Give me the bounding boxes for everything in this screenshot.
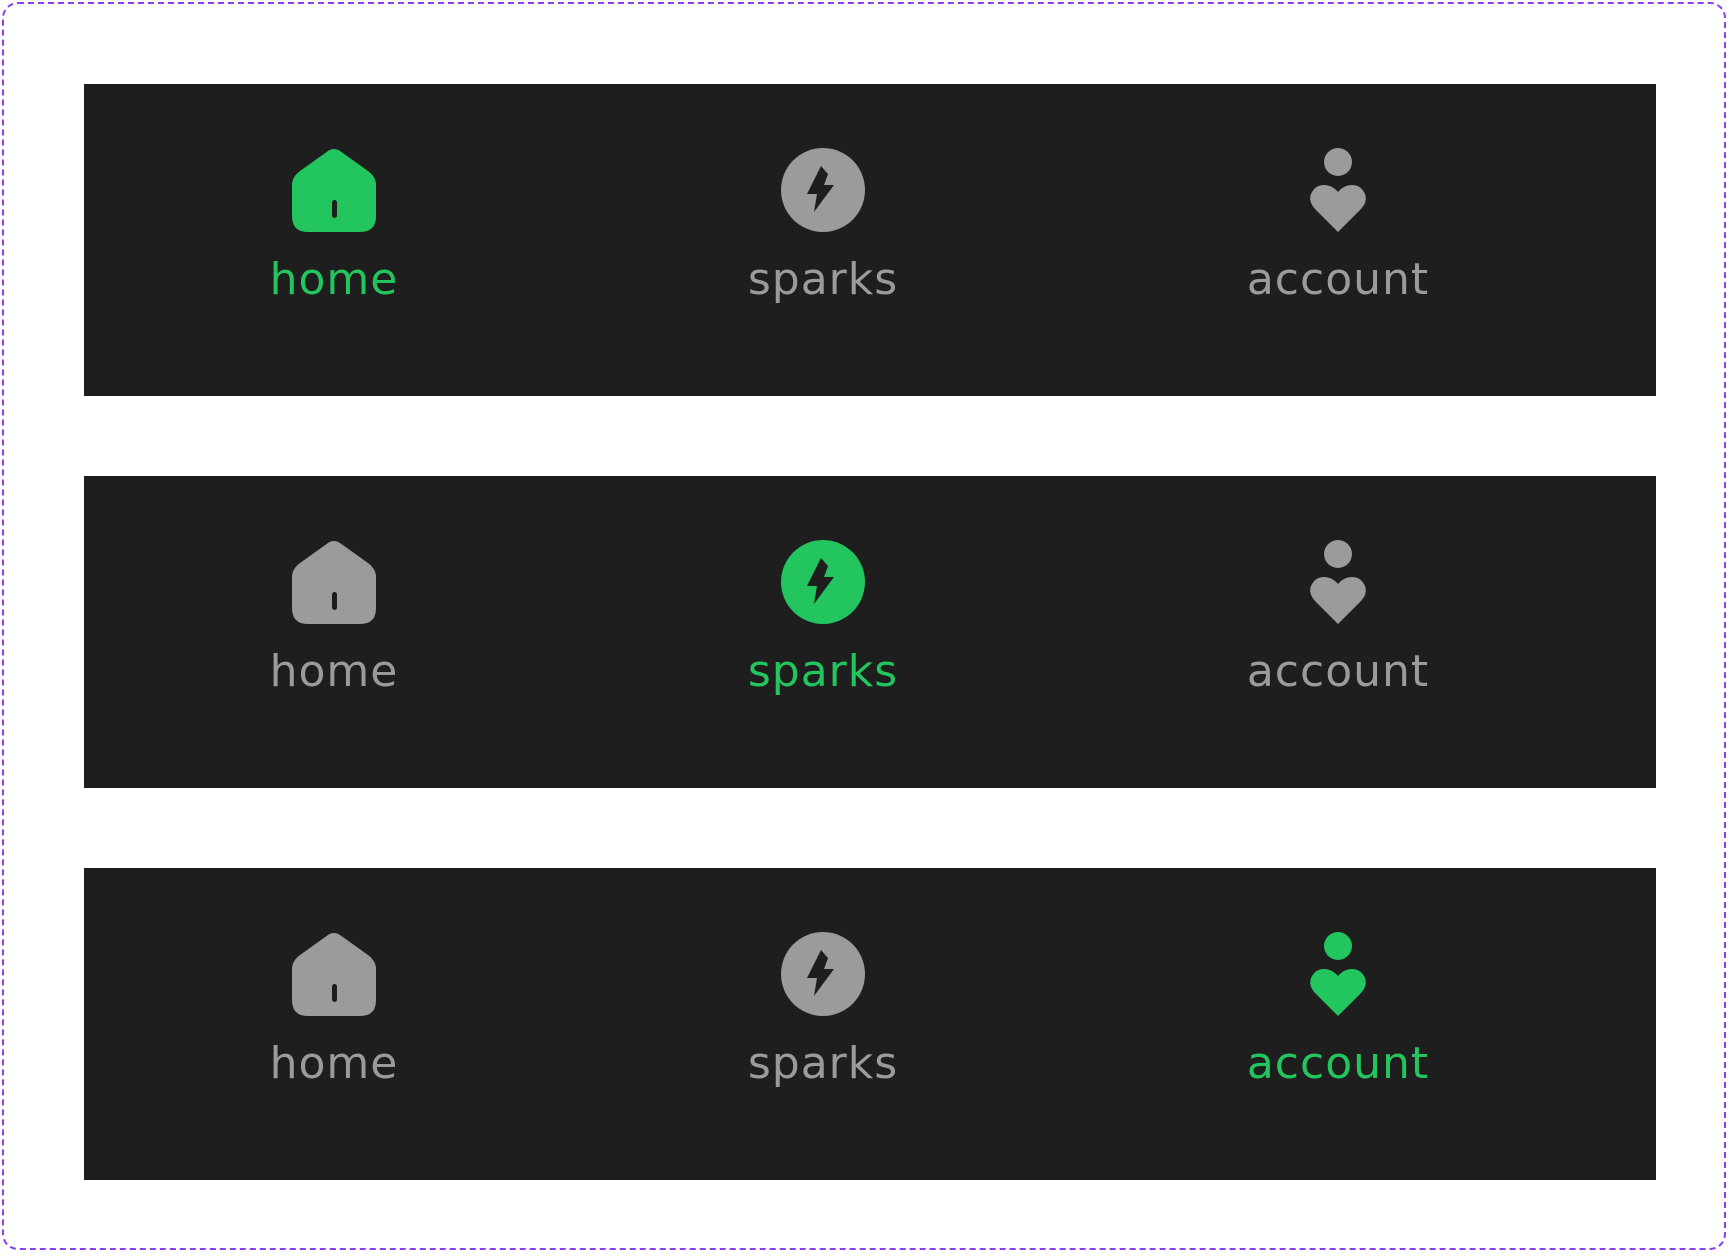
home-icon: [292, 540, 376, 624]
nav-label-sparks: sparks: [747, 646, 899, 697]
nav-label-account: account: [1246, 646, 1430, 697]
home-icon: [292, 148, 376, 232]
nav-item-home[interactable]: home: [204, 540, 464, 698]
nav-label-account: account: [1246, 1038, 1430, 1089]
person-heart-icon: [1296, 148, 1380, 232]
nav-item-sparks[interactable]: sparks: [693, 148, 953, 306]
home-icon: [292, 932, 376, 1016]
nav-label-home: home: [269, 1038, 399, 1089]
nav-item-account[interactable]: account: [1208, 932, 1468, 1090]
lightning-bolt-icon: [781, 932, 865, 1016]
nav-label-sparks: sparks: [747, 254, 899, 305]
nav-item-sparks[interactable]: sparks: [693, 932, 953, 1090]
nav-label-home: home: [269, 254, 399, 305]
nav-label-sparks: sparks: [747, 1038, 899, 1089]
lightning-bolt-icon: [781, 540, 865, 624]
nav-item-sparks[interactable]: sparks: [693, 540, 953, 698]
nav-item-home[interactable]: home: [204, 932, 464, 1090]
person-heart-icon: [1296, 540, 1380, 624]
nav-item-home[interactable]: home: [204, 148, 464, 306]
component-frame: home sparks account home sparks account …: [2, 2, 1726, 1250]
bottom-nav-variant-account-active: home sparks account: [84, 868, 1656, 1180]
lightning-bolt-icon: [781, 148, 865, 232]
nav-item-account[interactable]: account: [1208, 148, 1468, 306]
nav-label-home: home: [269, 646, 399, 697]
bottom-nav-variant-sparks-active: home sparks account: [84, 476, 1656, 788]
nav-label-account: account: [1246, 254, 1430, 305]
nav-item-account[interactable]: account: [1208, 540, 1468, 698]
bottom-nav-variant-home-active: home sparks account: [84, 84, 1656, 396]
person-heart-icon: [1296, 932, 1380, 1016]
